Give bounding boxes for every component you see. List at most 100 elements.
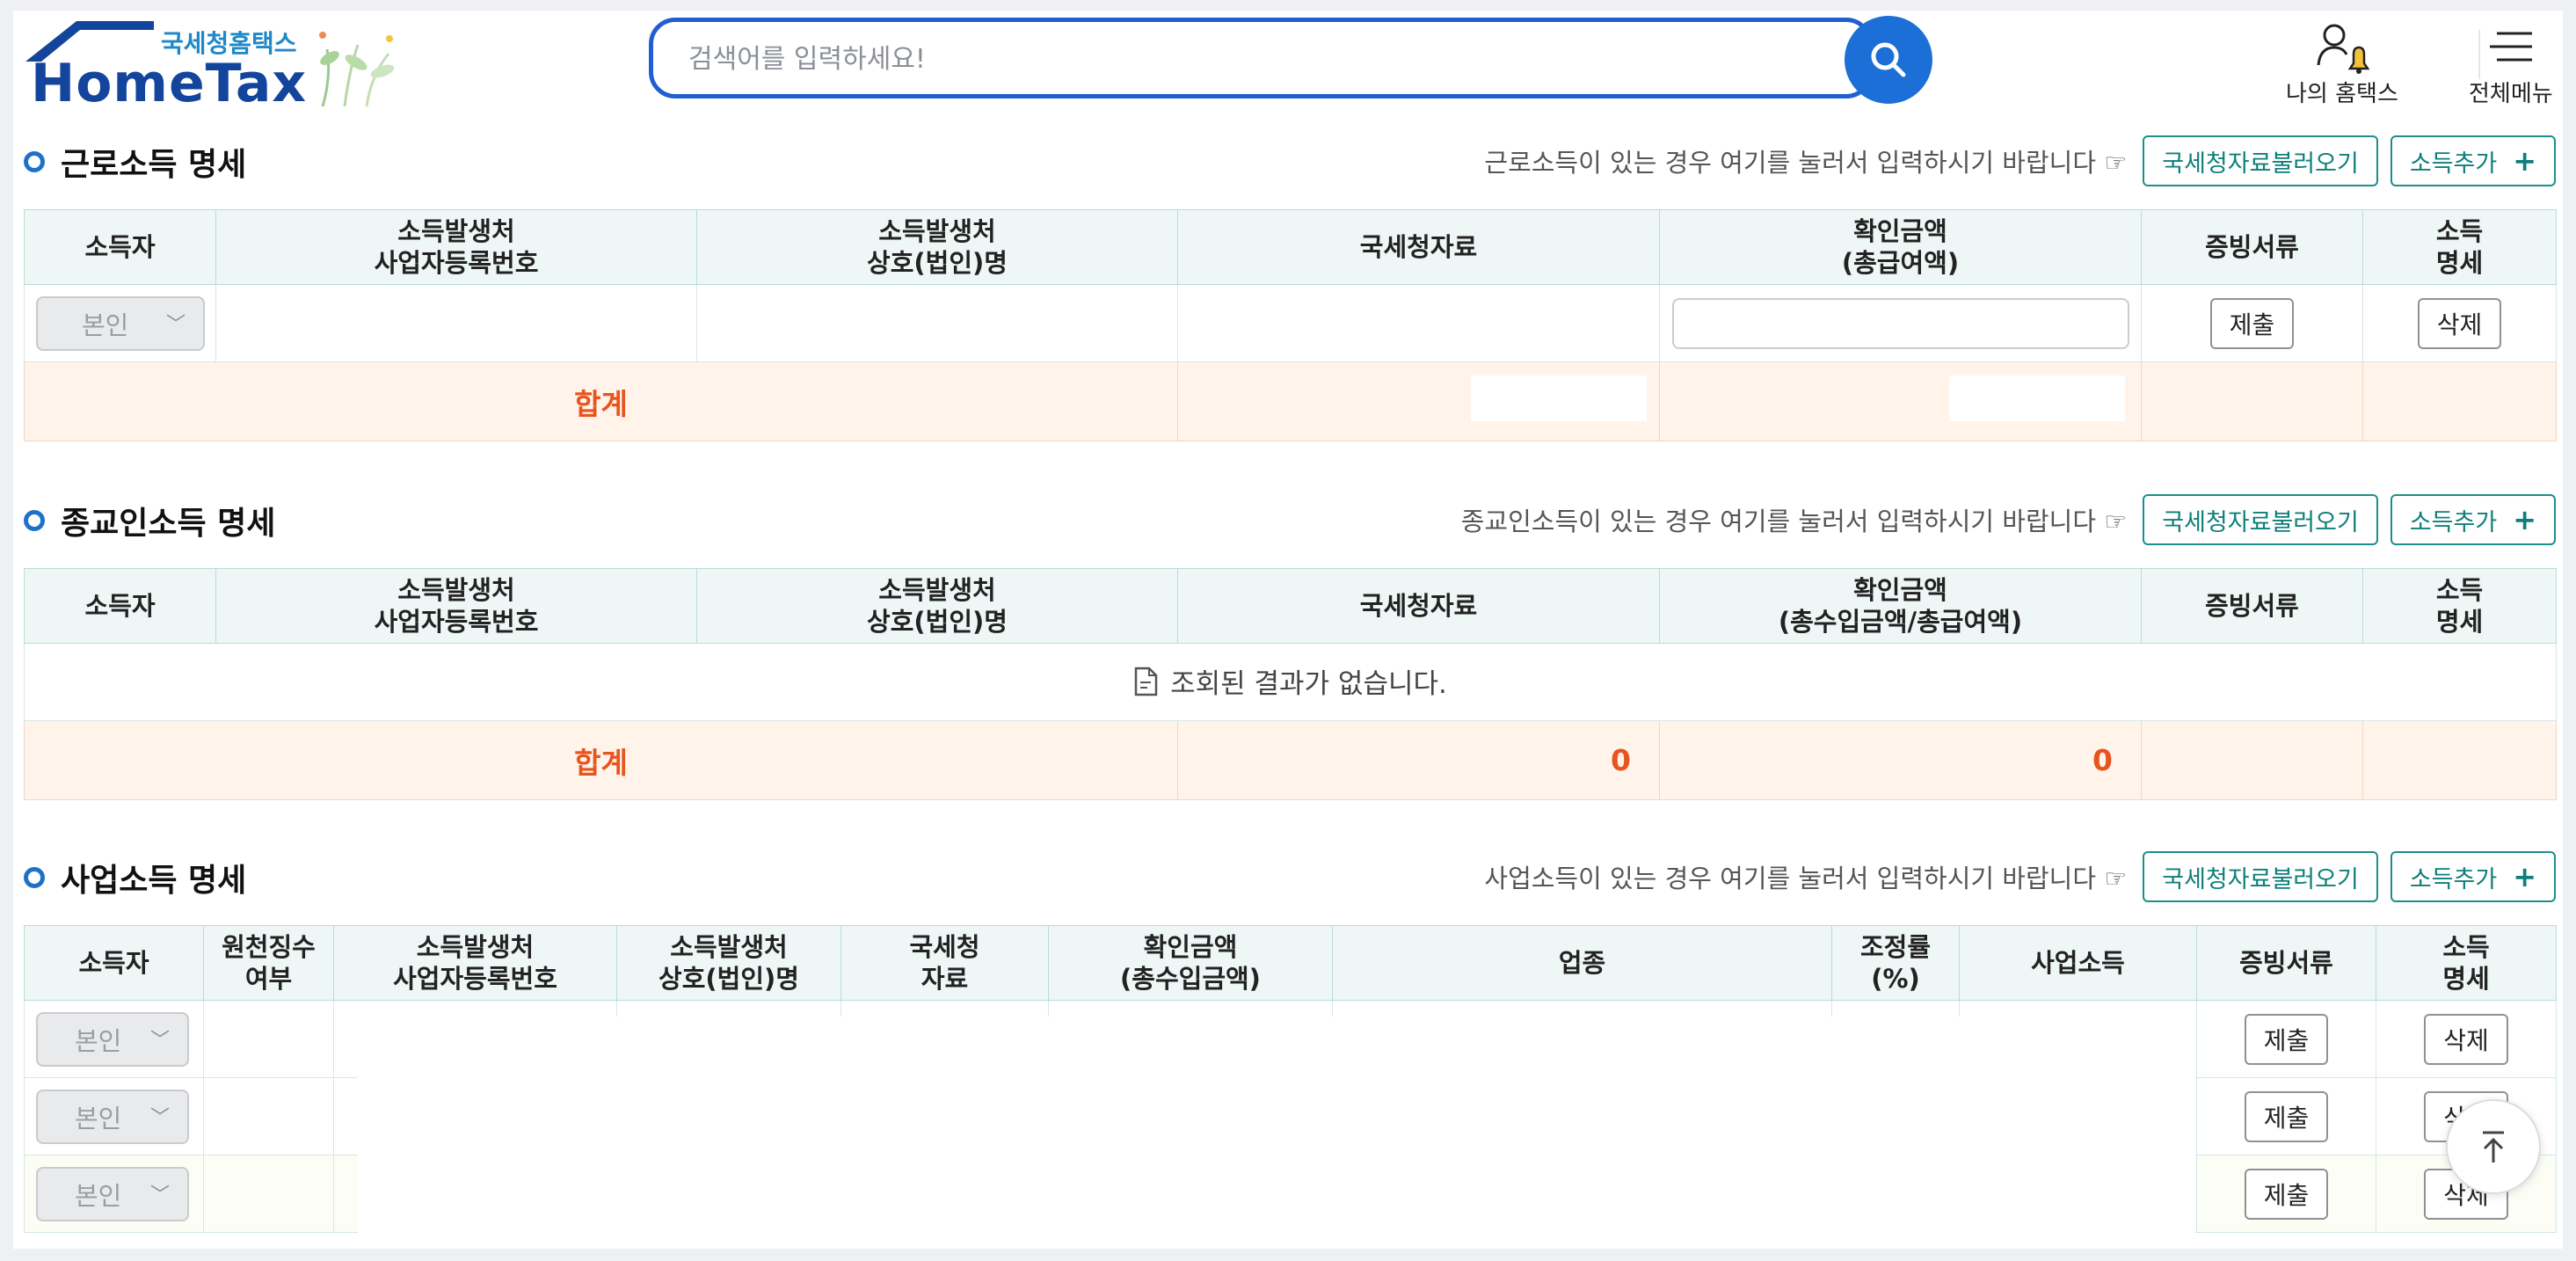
confirm-amount-input[interactable] (1671, 297, 2129, 349)
total-label: 합계 (24, 361, 1178, 441)
arrow-up-icon (2483, 1131, 2504, 1163)
scroll-to-top-button[interactable] (2446, 1099, 2541, 1194)
col-header: 증빙서류 (2196, 925, 2376, 1001)
business-add-income-label: 소득추가 (2409, 865, 2498, 893)
main-content: 근로소득 명세 근로소득이 있는 경우 여기를 눌러서 입력하시기 바랍니다 ☞… (13, 120, 2563, 1249)
col-header: 원천징수 여부 (203, 925, 334, 1001)
submit-button[interactable]: 제출 (2244, 1168, 2329, 1220)
earner-select[interactable]: 본인 ﹀ (36, 295, 205, 351)
col-header: 확인금액 (총급여액) (1659, 209, 2142, 285)
col-header: 국세청자료 (1177, 209, 1660, 285)
bullet-icon (24, 510, 45, 531)
religious-income-section: 종교인소득 명세 종교인소득이 있는 경우 여기를 눌러서 입력하시기 바랍니다… (24, 494, 2557, 800)
religious-income-hint[interactable]: 종교인소득이 있는 경우 여기를 눌러서 입력하시기 바랍니다 ☞ (1461, 501, 2128, 538)
col-header: 업종 (1332, 925, 1832, 1001)
earned-add-income-button[interactable]: 소득추가 + (2390, 135, 2556, 186)
col-header: 소득발생처 사업자등록번호 (215, 209, 697, 285)
col-header: 소득자 (24, 568, 216, 644)
col-header: 소득 명세 (2362, 209, 2557, 285)
religious-income-title-text: 종교인소득 명세 (61, 506, 276, 542)
business-income-title-text: 사업소득 명세 (61, 863, 247, 899)
earned-load-nts-button[interactable]: 국세청자료불러오기 (2143, 135, 2378, 186)
chevron-down-icon: ﹀ (149, 1184, 170, 1206)
earner-select[interactable]: 본인 ﹀ (36, 1166, 189, 1221)
col-header: 소득 명세 (2376, 925, 2557, 1001)
col-header: 조정률 (%) (1831, 925, 1960, 1001)
table-row: 본인 ﹀ 제출 삭제 (24, 284, 2557, 362)
logo-title: HomeTax (31, 53, 308, 114)
chevron-down-icon: ﹀ (165, 313, 186, 336)
bullet-icon (24, 867, 45, 888)
religious-income-title: 종교인소득 명세 (24, 498, 275, 543)
total-row: 합계 0 0 (24, 720, 2557, 800)
plus-icon: + (2513, 144, 2536, 178)
cell-empty (2141, 361, 2363, 441)
hometax-logo[interactable]: 국세청홈택스 HomeTax (22, 16, 409, 114)
col-header: 소득자 (24, 925, 204, 1001)
religious-income-table: 소득자 소득발생처 사업자등록번호 소득발생처 상호(법인)명 국세청자료 확인… (24, 568, 2557, 800)
delete-button[interactable]: 삭제 (2424, 1013, 2508, 1065)
delete-button[interactable]: 삭제 (2417, 297, 2502, 349)
col-header: 소득발생처 사업자등록번호 (215, 568, 697, 644)
col-header: 소득발생처 사업자등록번호 (333, 925, 617, 1001)
earner-select[interactable]: 본인 ﹀ (36, 1011, 189, 1067)
earned-income-hint[interactable]: 근로소득이 있는 경우 여기를 눌러서 입력하시기 바랍니다 ☞ (1484, 142, 2127, 179)
religious-add-income-button[interactable]: 소득추가 + (2390, 494, 2556, 545)
col-header: 소득발생처 상호(법인)명 (696, 568, 1178, 644)
cell-empty (2362, 720, 2557, 800)
col-header: 소득 명세 (2362, 568, 2557, 644)
earned-income-section: 근로소득 명세 근로소득이 있는 경우 여기를 눌러서 입력하시기 바랍니다 ☞… (24, 135, 2557, 441)
submit-button[interactable]: 제출 (2244, 1090, 2329, 1142)
empty-row: 조회된 결과가 없습니다. (24, 643, 2557, 721)
hamburger-menu-icon (2489, 32, 2532, 62)
total-row: 합계 (24, 361, 2557, 441)
site-header: 국세청홈택스 HomeTax 나의 (13, 11, 2563, 120)
user-bell-icon (2317, 24, 2370, 74)
total-nts-value: 0 (1177, 720, 1660, 800)
all-menu-button[interactable]: 전체메뉴 (2469, 18, 2553, 108)
masked-value (1949, 375, 2125, 421)
cell-empty (1177, 284, 1660, 362)
document-icon (1134, 667, 1158, 696)
col-header: 소득발생처 상호(법인)명 (616, 925, 841, 1001)
search-input[interactable] (687, 38, 1833, 80)
cell-empty (215, 284, 697, 362)
col-header: 소득자 (24, 209, 216, 285)
search-button[interactable] (1845, 16, 1932, 104)
business-income-section: 사업소득 명세 사업소득이 있는 경우 여기를 눌러서 입력하시기 바랍니다 ☞… (24, 851, 2557, 1233)
redacted-area (358, 1017, 2195, 1249)
cell-empty (2362, 361, 2557, 441)
submit-button[interactable]: 제출 (2244, 1013, 2329, 1065)
cell-empty (2141, 720, 2363, 800)
col-header: 확인금액 (총수입금액) (1048, 925, 1333, 1001)
business-add-income-button[interactable]: 소득추가 + (2390, 851, 2556, 902)
earned-income-title: 근로소득 명세 (24, 139, 246, 185)
search-box[interactable] (649, 18, 1873, 98)
plant-decoration-icon (319, 32, 395, 107)
total-confirm-value: 0 (1659, 720, 2142, 800)
my-hometax-label: 나의 홈택스 (2286, 81, 2398, 107)
my-hometax-button[interactable]: 나의 홈택스 (2286, 18, 2398, 108)
plus-icon: + (2513, 860, 2536, 893)
plus-icon: + (2513, 503, 2536, 536)
business-load-nts-button[interactable]: 국세청자료불러오기 (2143, 851, 2378, 902)
col-header: 사업소득 (1959, 925, 2197, 1001)
earned-add-income-label: 소득추가 (2409, 149, 2498, 178)
empty-message: 조회된 결과가 없습니다. (1170, 668, 1447, 701)
earner-select[interactable]: 본인 ﹀ (36, 1089, 189, 1144)
total-label: 합계 (24, 720, 1178, 800)
search-icon (1871, 42, 1906, 77)
religious-load-nts-button[interactable]: 국세청자료불러오기 (2143, 494, 2378, 545)
earner-select-value: 본인 (82, 310, 129, 340)
earned-income-table: 소득자 소득발생처 사업자등록번호 소득발생처 상호(법인)명 국세청자료 확인… (24, 209, 2557, 441)
business-load-nts-label: 국세청자료불러오기 (2162, 865, 2359, 893)
religious-add-income-label: 소득추가 (2409, 508, 2498, 536)
earned-income-title-text: 근로소득 명세 (61, 147, 247, 183)
all-menu-label: 전체메뉴 (2469, 81, 2553, 107)
submit-button[interactable]: 제출 (2209, 297, 2295, 349)
masked-value (1471, 375, 1647, 421)
bullet-icon (24, 151, 45, 172)
earner-select-value: 본인 (75, 1180, 122, 1211)
business-income-hint[interactable]: 사업소득이 있는 경우 여기를 눌러서 입력하시기 바랍니다 ☞ (1484, 858, 2127, 895)
chevron-down-icon: ﹀ (149, 1029, 170, 1052)
